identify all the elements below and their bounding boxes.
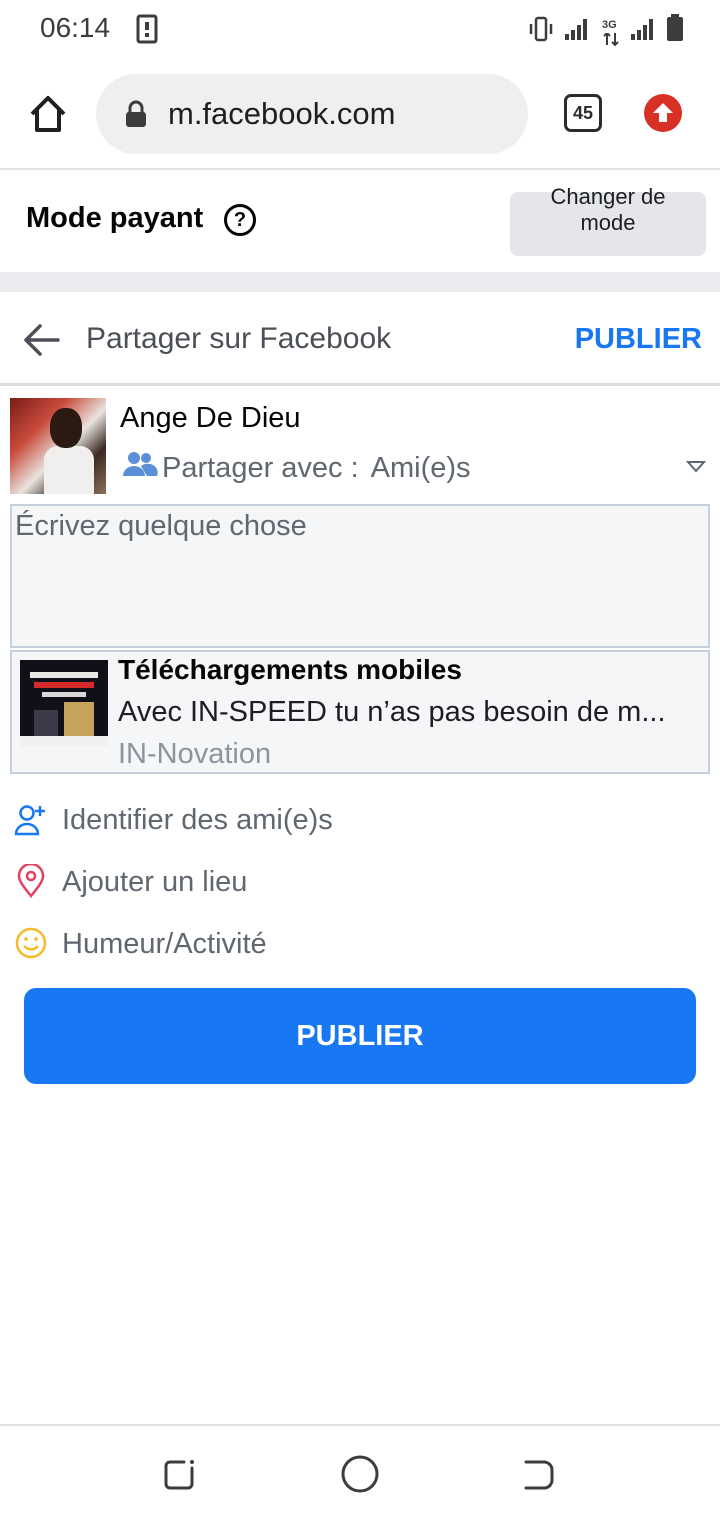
vibrate-icon bbox=[528, 16, 554, 47]
home-icon[interactable] bbox=[26, 92, 70, 136]
friends-icon bbox=[122, 450, 158, 486]
add-location-label: Ajouter un lieu bbox=[62, 866, 248, 898]
link-preview-card[interactable]: Téléchargements mobiles Avec IN-SPEED tu… bbox=[10, 650, 710, 774]
link-thumbnail bbox=[20, 660, 108, 746]
post-text-input[interactable]: Écrivez quelque chose bbox=[10, 504, 710, 648]
url-text: m.facebook.com bbox=[168, 96, 396, 131]
add-location-action[interactable]: Ajouter un lieu bbox=[0, 854, 720, 910]
status-bar: 06:14 3G bbox=[0, 0, 720, 62]
user-row: Ange De Dieu Partager avec : Ami(e)s bbox=[0, 396, 720, 496]
browser-toolbar: m.facebook.com 45 bbox=[0, 62, 720, 170]
smiley-icon bbox=[14, 926, 48, 960]
network-type-label: 3G bbox=[602, 19, 617, 31]
sim-card-icon bbox=[136, 14, 158, 49]
feeling-activity-action[interactable]: Humeur/Activité bbox=[0, 916, 720, 972]
change-mode-line2: mode bbox=[580, 210, 636, 235]
add-person-icon bbox=[14, 802, 48, 836]
page-title: Partager sur Facebook bbox=[86, 322, 392, 355]
system-nav-bar bbox=[0, 1424, 720, 1520]
publish-header-button[interactable]: PUBLIER bbox=[575, 323, 702, 356]
signal-icon bbox=[564, 16, 590, 47]
signal-icon-2 bbox=[630, 16, 656, 47]
publish-button[interactable]: PUBLIER bbox=[24, 988, 696, 1084]
mode-title: Mode payant bbox=[26, 202, 204, 234]
link-title: Téléchargements mobiles bbox=[118, 654, 462, 685]
privacy-selector[interactable]: Partager avec : Ami(e)s bbox=[122, 450, 471, 486]
recent-apps-icon[interactable] bbox=[162, 1456, 198, 1497]
mode-banner: Mode payant ? Changer de mode bbox=[0, 172, 720, 272]
feeling-activity-label: Humeur/Activité bbox=[62, 928, 267, 960]
data-arrows-icon bbox=[603, 33, 619, 47]
back-arrow-icon[interactable] bbox=[22, 322, 62, 363]
address-bar[interactable]: m.facebook.com bbox=[96, 74, 528, 154]
battery-icon bbox=[666, 14, 684, 47]
link-source: IN-Novation bbox=[118, 738, 272, 770]
post-text-placeholder: Écrivez quelque chose bbox=[15, 510, 307, 542]
privacy-value: Ami(e)s bbox=[370, 451, 471, 484]
share-header: Partager sur Facebook PUBLIER bbox=[0, 292, 720, 386]
lock-icon bbox=[124, 100, 148, 133]
status-icons: 3G bbox=[528, 14, 684, 47]
location-pin-icon bbox=[14, 862, 48, 899]
link-description: Avec IN-SPEED tu n’as pas besoin de m... bbox=[118, 696, 666, 728]
divider bbox=[0, 272, 720, 292]
arrow-up-icon bbox=[653, 103, 673, 122]
tag-friends-action[interactable]: Identifier des ami(e)s bbox=[0, 792, 720, 848]
chevron-down-icon[interactable] bbox=[685, 460, 707, 479]
privacy-prefix: Partager avec : bbox=[162, 451, 359, 484]
user-name: Ange De Dieu bbox=[120, 402, 301, 434]
help-icon[interactable]: ? bbox=[224, 204, 256, 236]
update-button[interactable] bbox=[644, 94, 682, 132]
tab-switcher-button[interactable]: 45 bbox=[564, 94, 602, 132]
back-nav-icon[interactable] bbox=[520, 1456, 556, 1497]
home-nav-icon[interactable] bbox=[340, 1454, 380, 1499]
network-type-indicator: 3G bbox=[600, 19, 620, 47]
status-time: 06:14 bbox=[40, 12, 111, 43]
tag-friends-label: Identifier des ami(e)s bbox=[62, 804, 333, 836]
avatar[interactable] bbox=[10, 398, 106, 494]
change-mode-button[interactable]: Changer de mode bbox=[510, 184, 706, 256]
